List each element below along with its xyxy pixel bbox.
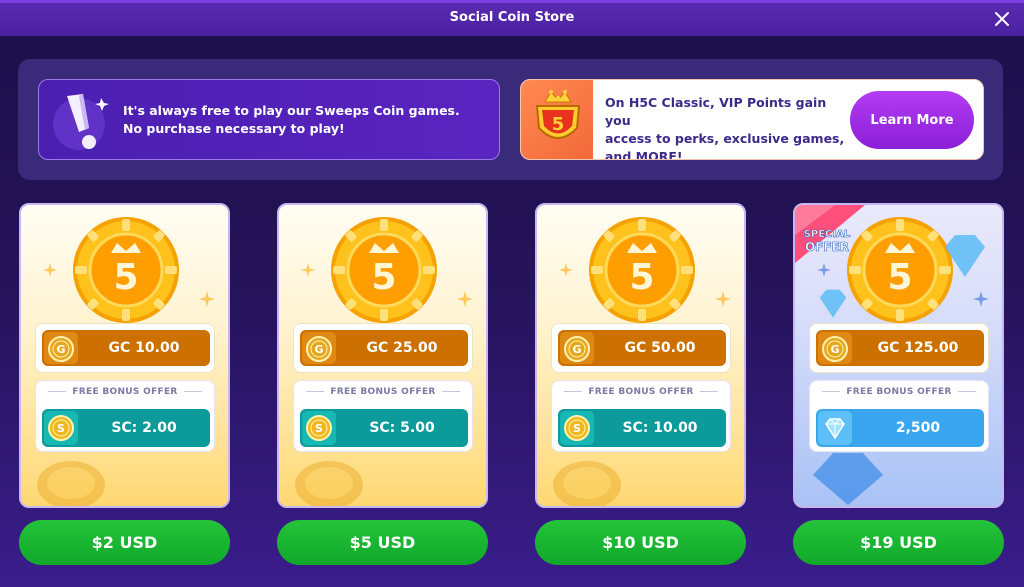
gold-coin-icon-wrap: G — [818, 332, 852, 364]
svg-text:OFFER: OFFER — [805, 240, 849, 254]
package-card[interactable]: SPECIAL OFFER 5 G GC 125.00 FREE BONUS O… — [793, 203, 1004, 508]
svg-text:S: S — [315, 422, 323, 435]
gold-coin-icon-wrap: G — [302, 332, 336, 364]
gold-coin-amount-box: G GC 10.00 — [35, 323, 215, 373]
bonus-amount: SC: 2.00 — [111, 420, 177, 436]
bonus-amount: SC: 10.00 — [622, 420, 698, 436]
bonus-offer-label: FREE BONUS OFFER — [552, 387, 730, 397]
vip-line1: On H5C Classic, VIP Points gain you — [605, 95, 827, 128]
exclamation-icon — [53, 94, 109, 150]
buy-button[interactable]: $2 USD — [19, 520, 230, 565]
sparkle-icon — [973, 291, 989, 307]
bonus-pill: 2,500 — [816, 409, 984, 447]
sparkle-icon — [457, 291, 473, 307]
bonus-offer-box: FREE BONUS OFFER S SC: 2.00 — [35, 380, 215, 452]
gold-coin-amount-box: G GC 50.00 — [551, 323, 731, 373]
diamond-decor-icon — [819, 289, 847, 318]
gold-coin-icon: G — [564, 336, 590, 362]
bonus-icon-wrap — [818, 411, 852, 445]
svg-text:5: 5 — [371, 257, 396, 298]
svg-text:G: G — [56, 343, 65, 356]
sweeps-coin-icon: S — [306, 415, 332, 441]
bonus-offer-label: FREE BONUS OFFER — [36, 387, 214, 397]
sparkle-icon — [559, 263, 573, 277]
gold-coin-amount: GC 25.00 — [366, 340, 438, 356]
sweeps-coin-icon: S — [48, 415, 74, 441]
bonus-offer-label: FREE BONUS OFFER — [810, 387, 988, 397]
window-title: Social Coin Store — [449, 10, 575, 25]
svg-text:5: 5 — [887, 257, 912, 298]
vip-banner: 5 On H5C Classic, VIP Points gain you ac… — [520, 79, 984, 160]
h5c-crown-logo: 5 — [535, 90, 581, 139]
gold-coin-icon: 5 — [589, 217, 695, 323]
package-card[interactable]: 5 G GC 50.00 FREE BONUS OFFER S SC: 10.0… — [535, 203, 746, 508]
gold-coin-icon-wrap: G — [44, 332, 78, 364]
coin-decor-icon — [295, 461, 363, 506]
svg-text:5: 5 — [629, 257, 654, 298]
bonus-offer-box: FREE BONUS OFFER S SC: 10.00 — [551, 380, 731, 452]
svg-text:5: 5 — [113, 257, 138, 298]
title-bar: Social Coin Store — [0, 0, 1024, 36]
svg-text:G: G — [830, 343, 839, 356]
sparkle-icon — [817, 263, 831, 277]
bonus-icon-wrap: S — [44, 411, 78, 445]
coin-decor-icon — [37, 461, 105, 506]
bonus-amount: 2,500 — [895, 420, 941, 436]
bonus-pill: S SC: 5.00 — [300, 409, 468, 447]
diamond-icon — [825, 418, 845, 440]
gold-coin-icon: G — [306, 336, 332, 362]
sparkle-icon — [715, 291, 731, 307]
vip-line3: and MORE! — [605, 149, 683, 160]
svg-text:G: G — [314, 343, 323, 356]
buy-button[interactable]: $5 USD — [277, 520, 488, 565]
free-play-line1: It's always free to play our Sweeps Coin… — [123, 103, 460, 118]
svg-text:G: G — [572, 343, 581, 356]
diamond-decor-icon — [945, 235, 985, 277]
vip-line2: access to perks, exclusive games, — [605, 131, 845, 146]
bonus-pill: S SC: 10.00 — [558, 409, 726, 447]
bonus-offer-label: FREE BONUS OFFER — [294, 387, 472, 397]
gold-coin-amount-box: G GC 125.00 — [809, 323, 989, 373]
bonus-offer-box: FREE BONUS OFFER 2,500 — [809, 380, 989, 452]
bonus-icon-wrap: S — [302, 411, 336, 445]
bonus-amount: SC: 5.00 — [369, 420, 435, 436]
package-card[interactable]: 5 G GC 10.00 FREE BONUS OFFER S SC: 2.00 — [19, 203, 230, 508]
gold-coin-icon: G — [48, 336, 74, 362]
sparkle-icon — [199, 291, 215, 307]
svg-text:S: S — [573, 422, 581, 435]
gold-coin-pill: G GC 10.00 — [42, 330, 210, 366]
gold-coin-icon: G — [822, 336, 848, 362]
bonus-pill: S SC: 2.00 — [42, 409, 210, 447]
free-play-line2: No purchase necessary to play! — [123, 121, 345, 136]
sparkle-icon — [301, 263, 315, 277]
svg-text:5: 5 — [552, 114, 565, 135]
sweeps-coin-icon: S — [564, 415, 590, 441]
free-play-banner: It's always free to play our Sweeps Coin… — [38, 79, 500, 160]
bonus-offer-box: FREE BONUS OFFER S SC: 5.00 — [293, 380, 473, 452]
gold-coin-pill: G GC 50.00 — [558, 330, 726, 366]
buy-button[interactable]: $10 USD — [535, 520, 746, 565]
gold-coin-icon: 5 — [73, 217, 179, 323]
coin-decor-icon — [553, 461, 621, 506]
svg-text:SPECIAL: SPECIAL — [804, 229, 851, 240]
gold-coin-amount: GC 125.00 — [877, 340, 959, 356]
gold-coin-amount: GC 10.00 — [108, 340, 180, 356]
bonus-icon-wrap: S — [560, 411, 594, 445]
close-icon[interactable] — [992, 9, 1012, 29]
sparkle-icon — [43, 263, 57, 277]
gold-coin-pill: G GC 25.00 — [300, 330, 468, 366]
learn-more-button[interactable]: Learn More — [850, 91, 974, 149]
diamond-decor-icon — [813, 453, 883, 505]
gold-coin-amount: GC 50.00 — [624, 340, 696, 356]
gold-coin-icon-wrap: G — [560, 332, 594, 364]
buy-button[interactable]: $19 USD — [793, 520, 1004, 565]
gold-coin-amount-box: G GC 25.00 — [293, 323, 473, 373]
svg-text:S: S — [57, 422, 65, 435]
package-card[interactable]: 5 G GC 25.00 FREE BONUS OFFER S SC: 5.00 — [277, 203, 488, 508]
gold-coin-pill: G GC 125.00 — [816, 330, 984, 366]
gold-coin-icon: 5 — [331, 217, 437, 323]
